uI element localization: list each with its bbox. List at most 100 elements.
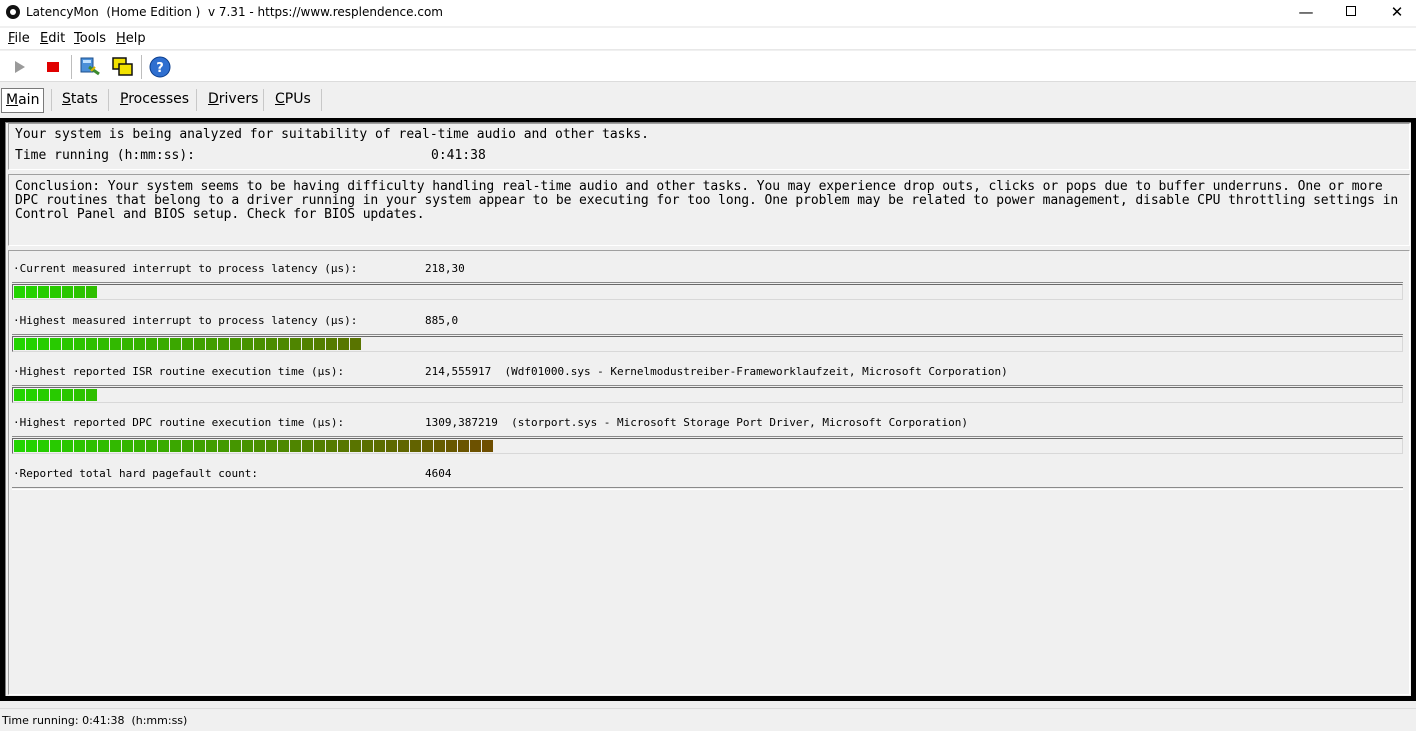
tab-strip: Main Stats Processes Drivers CPUs xyxy=(0,85,1416,115)
bar-segment xyxy=(62,338,73,350)
bar-segment xyxy=(422,440,433,452)
play-icon xyxy=(15,61,25,73)
bar-segment xyxy=(314,440,325,452)
start-button[interactable] xyxy=(7,55,33,79)
bar-segment xyxy=(26,338,37,350)
bar-segment xyxy=(278,440,289,452)
bar-segment xyxy=(470,440,481,452)
bar-segment xyxy=(446,440,457,452)
tab-separator xyxy=(196,89,197,111)
bar-segment xyxy=(38,338,49,350)
bar-fill xyxy=(14,286,97,298)
bar-segment xyxy=(194,338,205,350)
help-button[interactable]: ? xyxy=(147,55,173,79)
bar-segment xyxy=(326,440,337,452)
window-title: LatencyMon (Home Edition ) v 7.31 - http… xyxy=(26,5,443,19)
tab-drivers[interactable]: Drivers xyxy=(204,88,262,113)
bar-segment xyxy=(338,338,349,350)
bar-fill xyxy=(14,389,97,401)
bar-segment xyxy=(386,440,397,452)
metric-value: 214,555917 (Wdf01000.sys - Kernelmodustr… xyxy=(425,365,1008,378)
bar-segment xyxy=(230,338,241,350)
bar-segment xyxy=(482,440,493,452)
latency-bar xyxy=(12,387,1403,403)
latency-bar xyxy=(12,336,1403,352)
metric-label: ·Highest reported DPC routine execution … xyxy=(13,416,345,429)
bar-segment xyxy=(338,440,349,452)
menu-tools[interactable]: Tools xyxy=(74,31,106,46)
bar-segment xyxy=(134,440,145,452)
toolbar-separator xyxy=(71,55,72,79)
toolbar: ? xyxy=(0,51,1416,82)
bar-segment xyxy=(278,338,289,350)
bar-segment xyxy=(218,440,229,452)
bar-segment xyxy=(14,389,25,401)
menu-edit[interactable]: Edit xyxy=(40,31,65,46)
bar-segment xyxy=(158,440,169,452)
analyze-button[interactable] xyxy=(77,55,103,79)
menu-help[interactable]: Help xyxy=(116,31,146,46)
metric-label: ·Reported total hard pagefault count: xyxy=(13,467,259,480)
stop-button[interactable] xyxy=(40,55,66,79)
time-running-value: 0:41:38 xyxy=(431,148,486,163)
bar-segment xyxy=(50,389,61,401)
bar-segment xyxy=(14,338,25,350)
bar-segment xyxy=(62,286,73,298)
bar-segment xyxy=(50,338,61,350)
tab-processes[interactable]: Processes xyxy=(116,88,193,113)
bar-segment xyxy=(62,440,73,452)
bar-segment xyxy=(206,440,217,452)
bar-segment xyxy=(110,440,121,452)
bar-segment xyxy=(86,338,97,350)
bar-segment xyxy=(26,286,37,298)
conclusion-text: Conclusion: Your system seems to be havi… xyxy=(15,179,1399,222)
tab-separator xyxy=(108,89,109,111)
metric-value: 885,0 xyxy=(425,314,459,327)
bar-segment xyxy=(206,338,217,350)
help-icon: ? xyxy=(149,56,171,78)
bar-segment xyxy=(110,338,121,350)
tab-separator xyxy=(51,89,52,111)
bar-segment xyxy=(14,286,25,298)
bar-segment xyxy=(218,338,229,350)
maximize-icon xyxy=(1346,6,1356,16)
bar-segment xyxy=(254,338,265,350)
maximize-button[interactable] xyxy=(1328,0,1374,26)
metric-label: ·Highest measured interrupt to process l… xyxy=(13,314,358,327)
bar-segment xyxy=(122,338,133,350)
bar-segment xyxy=(362,440,373,452)
bar-segment xyxy=(98,338,109,350)
minimize-button[interactable]: — xyxy=(1283,0,1329,26)
bar-segment xyxy=(242,338,253,350)
bar-segment xyxy=(74,389,85,401)
menu-bar: File Edit Tools Help xyxy=(0,28,1416,50)
windows-button[interactable] xyxy=(110,55,136,79)
latency-bar xyxy=(12,438,1403,454)
tab-stats[interactable]: Stats xyxy=(58,88,102,113)
metric-label: ·Highest reported ISR routine execution … xyxy=(13,365,345,378)
bar-segment xyxy=(146,338,157,350)
app-icon xyxy=(6,5,20,19)
bar-segment xyxy=(98,440,109,452)
bar-segment xyxy=(266,440,277,452)
bar-segment xyxy=(50,440,61,452)
bar-segment xyxy=(62,389,73,401)
metric-value: 218,30 xyxy=(425,262,465,275)
bar-segment xyxy=(50,286,61,298)
tab-cpus[interactable]: CPUs xyxy=(271,88,315,113)
bar-segment xyxy=(38,286,49,298)
toolbar-separator xyxy=(141,55,142,79)
bar-segment xyxy=(398,440,409,452)
bar-segment xyxy=(182,338,193,350)
bar-segment xyxy=(38,440,49,452)
svg-text:?: ? xyxy=(156,61,164,76)
time-running-label: Time running (h:mm:ss): xyxy=(15,148,196,163)
menu-file[interactable]: File xyxy=(8,31,30,46)
bar-segment xyxy=(314,338,325,350)
bar-segment xyxy=(266,338,277,350)
bar-segment xyxy=(302,338,313,350)
metric-value: 1309,387219 (storport.sys - Microsoft St… xyxy=(425,416,969,429)
tab-main[interactable]: Main xyxy=(1,88,45,113)
bar-segment xyxy=(122,440,133,452)
close-button[interactable]: ✕ xyxy=(1374,0,1416,26)
